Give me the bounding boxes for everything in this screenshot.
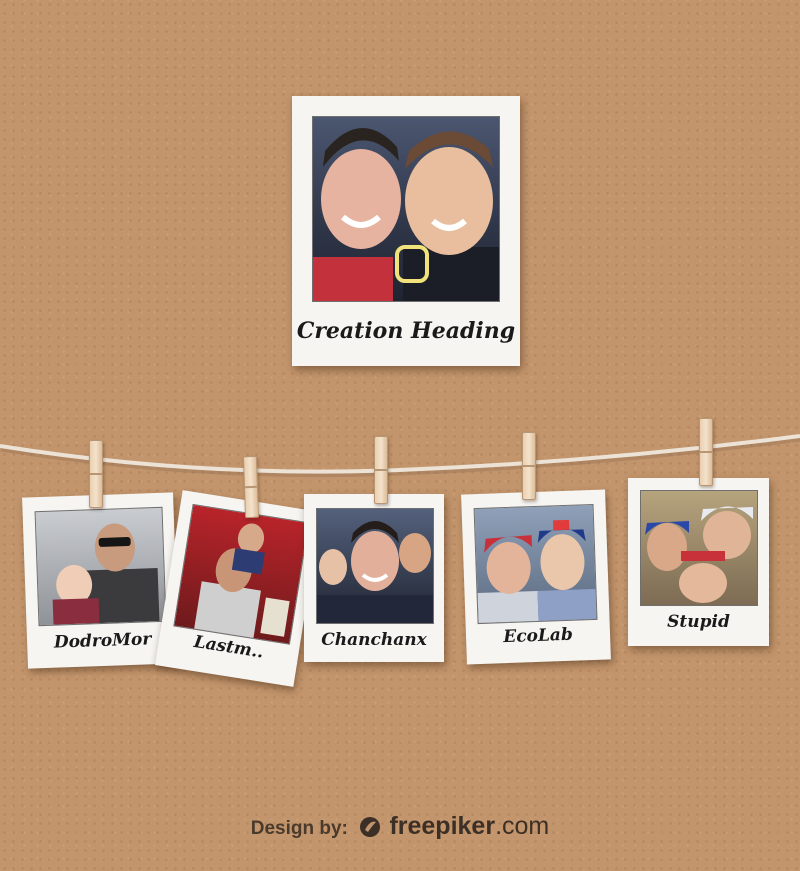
polaroid-1[interactable]: DodroMor: [22, 492, 179, 669]
hero-photo: [312, 116, 500, 302]
hero-caption: Creation Heading: [296, 318, 516, 344]
portrait-image: [313, 127, 499, 301]
polaroid-4[interactable]: EcoLab: [461, 489, 611, 665]
photo-2-image: [194, 523, 290, 639]
freepiker-logo-icon: [359, 816, 381, 838]
polaroid-3[interactable]: Chanchanx: [304, 494, 444, 662]
photo-2: [173, 503, 310, 645]
photo-5: [640, 490, 758, 606]
photo-3-image: [317, 521, 433, 623]
clothespin-1[interactable]: [89, 440, 103, 508]
photo-1: [34, 506, 167, 627]
brand-name[interactable]: freepiker: [389, 812, 495, 840]
polaroid-2[interactable]: Lastm..: [155, 490, 321, 687]
clothespin-3[interactable]: [374, 436, 388, 504]
photo-4: [473, 503, 598, 625]
photo-3-caption: Chanchanx: [321, 630, 427, 650]
brand-tld[interactable]: .com: [495, 812, 549, 840]
hero-polaroid[interactable]: Creation Heading: [292, 96, 520, 366]
polaroid-5[interactable]: Stupid: [628, 478, 769, 646]
clothespin-2[interactable]: [242, 455, 260, 519]
photo-3: [316, 508, 434, 624]
design-by-label: Design by:: [250, 818, 348, 839]
photo-1-caption: DodroMor: [53, 629, 152, 653]
photo-5-caption: Stupid: [667, 612, 730, 632]
footer-credit: Design by: freepiker.com: [0, 812, 800, 841]
photo-4-image: [477, 519, 597, 624]
clothespin-5[interactable]: [699, 418, 713, 486]
photo-4-caption: EcoLab: [502, 624, 574, 648]
photo-1-image: [52, 523, 160, 625]
clothespin-4[interactable]: [522, 432, 536, 500]
photo-5-image: [645, 506, 753, 603]
